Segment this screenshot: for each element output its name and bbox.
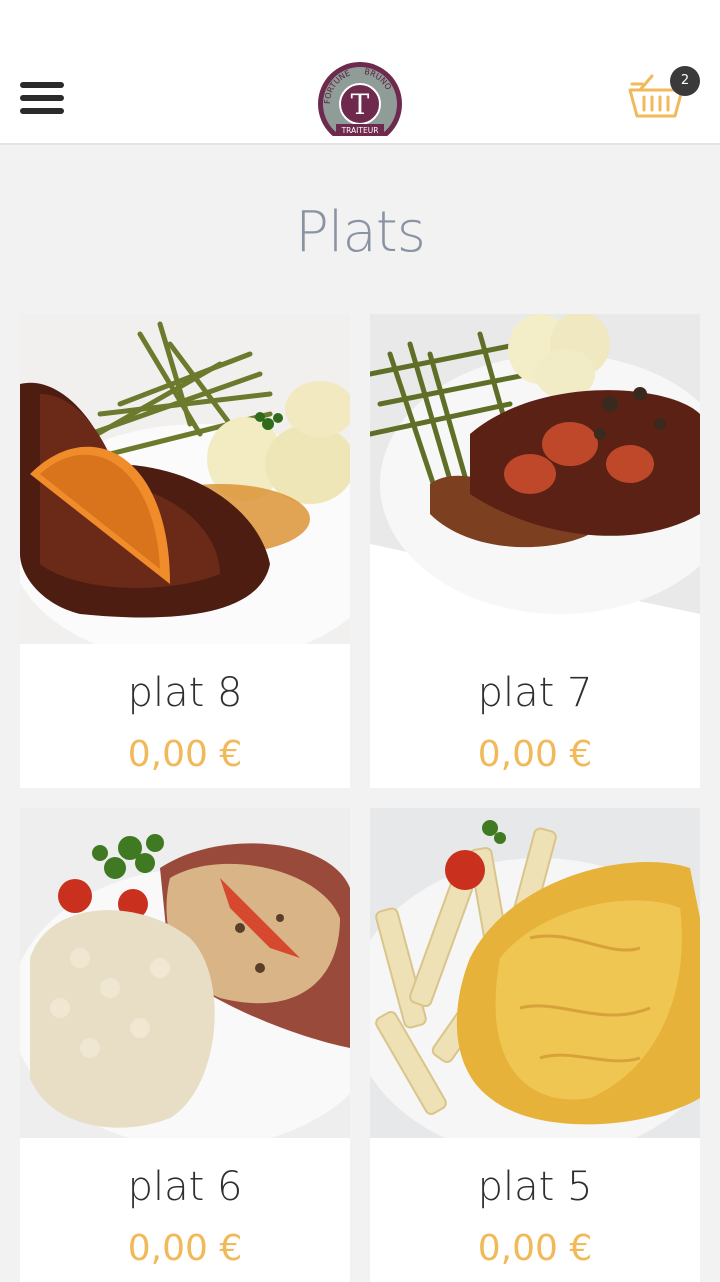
cart-button[interactable]: 2 xyxy=(626,64,706,124)
product-price: 0,00 € xyxy=(477,1228,593,1269)
product-image-omelette[interactable] xyxy=(370,808,700,1138)
product-card[interactable]: plat 5 0,00 € xyxy=(370,808,700,1282)
product-name[interactable]: plat 6 xyxy=(20,1164,350,1210)
product-image-beef[interactable] xyxy=(370,314,700,644)
product-price: 0,00 € xyxy=(127,734,243,775)
product-price: 0,00 € xyxy=(477,734,593,775)
product-name[interactable]: plat 7 xyxy=(370,670,700,716)
logo-text-traiteur: TRAITEUR xyxy=(341,126,379,135)
cart-count-badge: 2 xyxy=(670,66,700,96)
product-card[interactable]: plat 8 0,00 € xyxy=(20,314,350,788)
hamburger-menu-icon[interactable] xyxy=(20,80,66,116)
product-card[interactable]: plat 7 0,00 € xyxy=(370,314,700,788)
page-title: Plats xyxy=(295,200,426,265)
status-bar-area xyxy=(0,0,720,40)
brand-logo[interactable]: T FORTUNE BRUNO TRAITEUR xyxy=(316,60,404,136)
product-name[interactable]: plat 8 xyxy=(20,670,350,716)
product-image-ham-rice[interactable] xyxy=(20,808,350,1138)
logo-letter: T xyxy=(351,88,370,121)
product-price: 0,00 € xyxy=(127,1228,243,1269)
product-name[interactable]: plat 5 xyxy=(370,1164,700,1210)
product-image-duck[interactable] xyxy=(20,314,350,644)
product-card[interactable]: plat 6 0,00 € xyxy=(20,808,350,1282)
site-header: T FORTUNE BRUNO TRAITEUR 2 xyxy=(0,40,720,145)
